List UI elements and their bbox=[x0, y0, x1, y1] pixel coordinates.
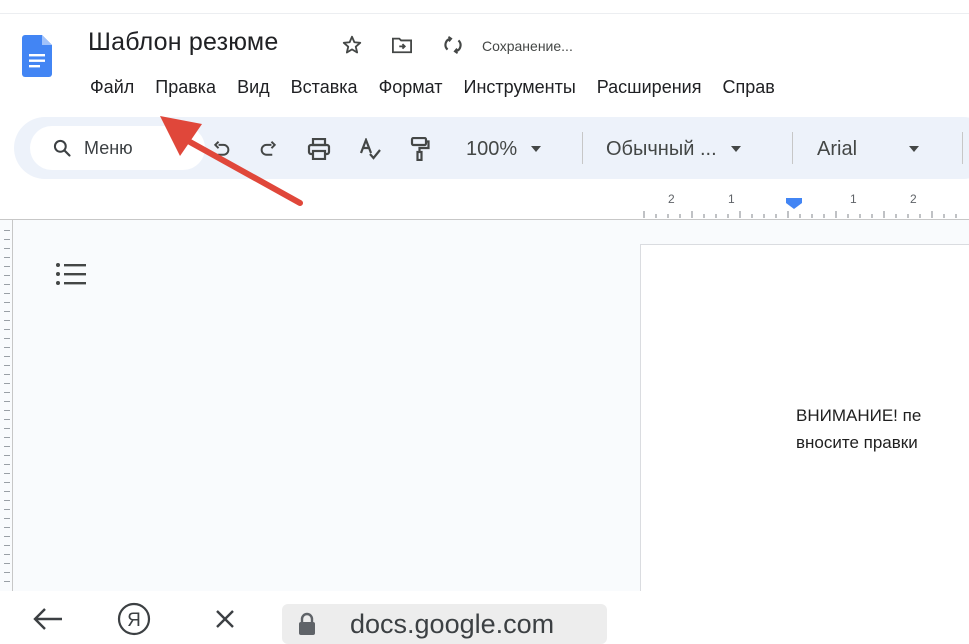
yandex-letter: Я bbox=[127, 610, 141, 631]
zoom-select[interactable]: 100% bbox=[466, 136, 566, 162]
zoom-value: 100% bbox=[466, 137, 518, 160]
indent-marker-icon bbox=[786, 198, 802, 209]
page-text-line[interactable]: ВНИМАНИЕ! пе bbox=[796, 406, 921, 426]
sync-status-icon bbox=[441, 33, 465, 57]
close-icon[interactable] bbox=[210, 604, 240, 634]
menu-view[interactable]: Вид bbox=[237, 74, 278, 100]
page-text-line[interactable]: вносите правки bbox=[796, 433, 918, 453]
spellcheck-icon[interactable] bbox=[357, 136, 383, 162]
chevron-down-icon bbox=[730, 146, 741, 152]
print-icon[interactable] bbox=[306, 136, 332, 162]
redo-icon[interactable] bbox=[257, 136, 281, 162]
menu-bar: Файл Правка Вид Вставка Формат Инструмен… bbox=[88, 74, 796, 100]
lock-icon bbox=[299, 612, 315, 635]
paint-format-icon[interactable] bbox=[408, 136, 432, 162]
paragraph-style-value: Обычный ... bbox=[606, 137, 717, 160]
chevron-down-icon bbox=[909, 146, 920, 152]
document-outline-icon[interactable] bbox=[55, 262, 87, 286]
vertical-ruler[interactable] bbox=[4, 230, 10, 590]
ruler-label: 2 bbox=[910, 192, 917, 206]
ruler-label: 2 bbox=[668, 192, 675, 206]
menu-search-label: Меню bbox=[84, 137, 133, 158]
menu-help[interactable]: Справ bbox=[722, 74, 782, 100]
menu-insert[interactable]: Вставка bbox=[291, 74, 366, 100]
toolbar: Меню 100% Обычный ... Arial bbox=[14, 117, 969, 179]
menu-tools[interactable]: Инструменты bbox=[464, 74, 584, 100]
font-family-value: Arial bbox=[817, 137, 858, 160]
vertical-ruler-edge bbox=[12, 219, 13, 591]
move-to-folder-icon[interactable] bbox=[390, 33, 414, 57]
window-top-edge bbox=[0, 0, 969, 14]
chevron-down-icon bbox=[531, 146, 542, 152]
ruler-label: 1 bbox=[728, 192, 735, 206]
menu-edit[interactable]: Правка bbox=[155, 74, 224, 100]
toolbar-divider bbox=[962, 132, 963, 164]
menu-file[interactable]: Файл bbox=[90, 74, 142, 100]
undo-icon[interactable] bbox=[209, 136, 233, 162]
horizontal-ruler[interactable]: 2 1 1 2 bbox=[640, 190, 969, 220]
font-family-select[interactable]: Arial bbox=[817, 136, 957, 162]
ruler-label: 1 bbox=[850, 192, 857, 206]
back-arrow-icon[interactable] bbox=[30, 604, 66, 634]
menu-format[interactable]: Формат bbox=[379, 74, 451, 100]
url-text[interactable]: docs.google.com bbox=[350, 609, 554, 640]
yandex-logo-icon[interactable]: Я bbox=[114, 602, 154, 636]
star-icon[interactable] bbox=[340, 33, 364, 57]
document-title[interactable]: Шаблон резюме bbox=[88, 28, 278, 57]
toolbar-divider bbox=[582, 132, 583, 164]
paragraph-style-select[interactable]: Обычный ... bbox=[606, 136, 781, 162]
menu-search-box[interactable]: Меню bbox=[30, 126, 205, 170]
saving-status: Сохранение... bbox=[482, 38, 573, 54]
google-docs-logo-icon[interactable] bbox=[22, 35, 52, 77]
search-icon bbox=[53, 139, 71, 157]
toolbar-divider bbox=[792, 132, 793, 164]
menu-extensions[interactable]: Расширения bbox=[597, 74, 710, 100]
